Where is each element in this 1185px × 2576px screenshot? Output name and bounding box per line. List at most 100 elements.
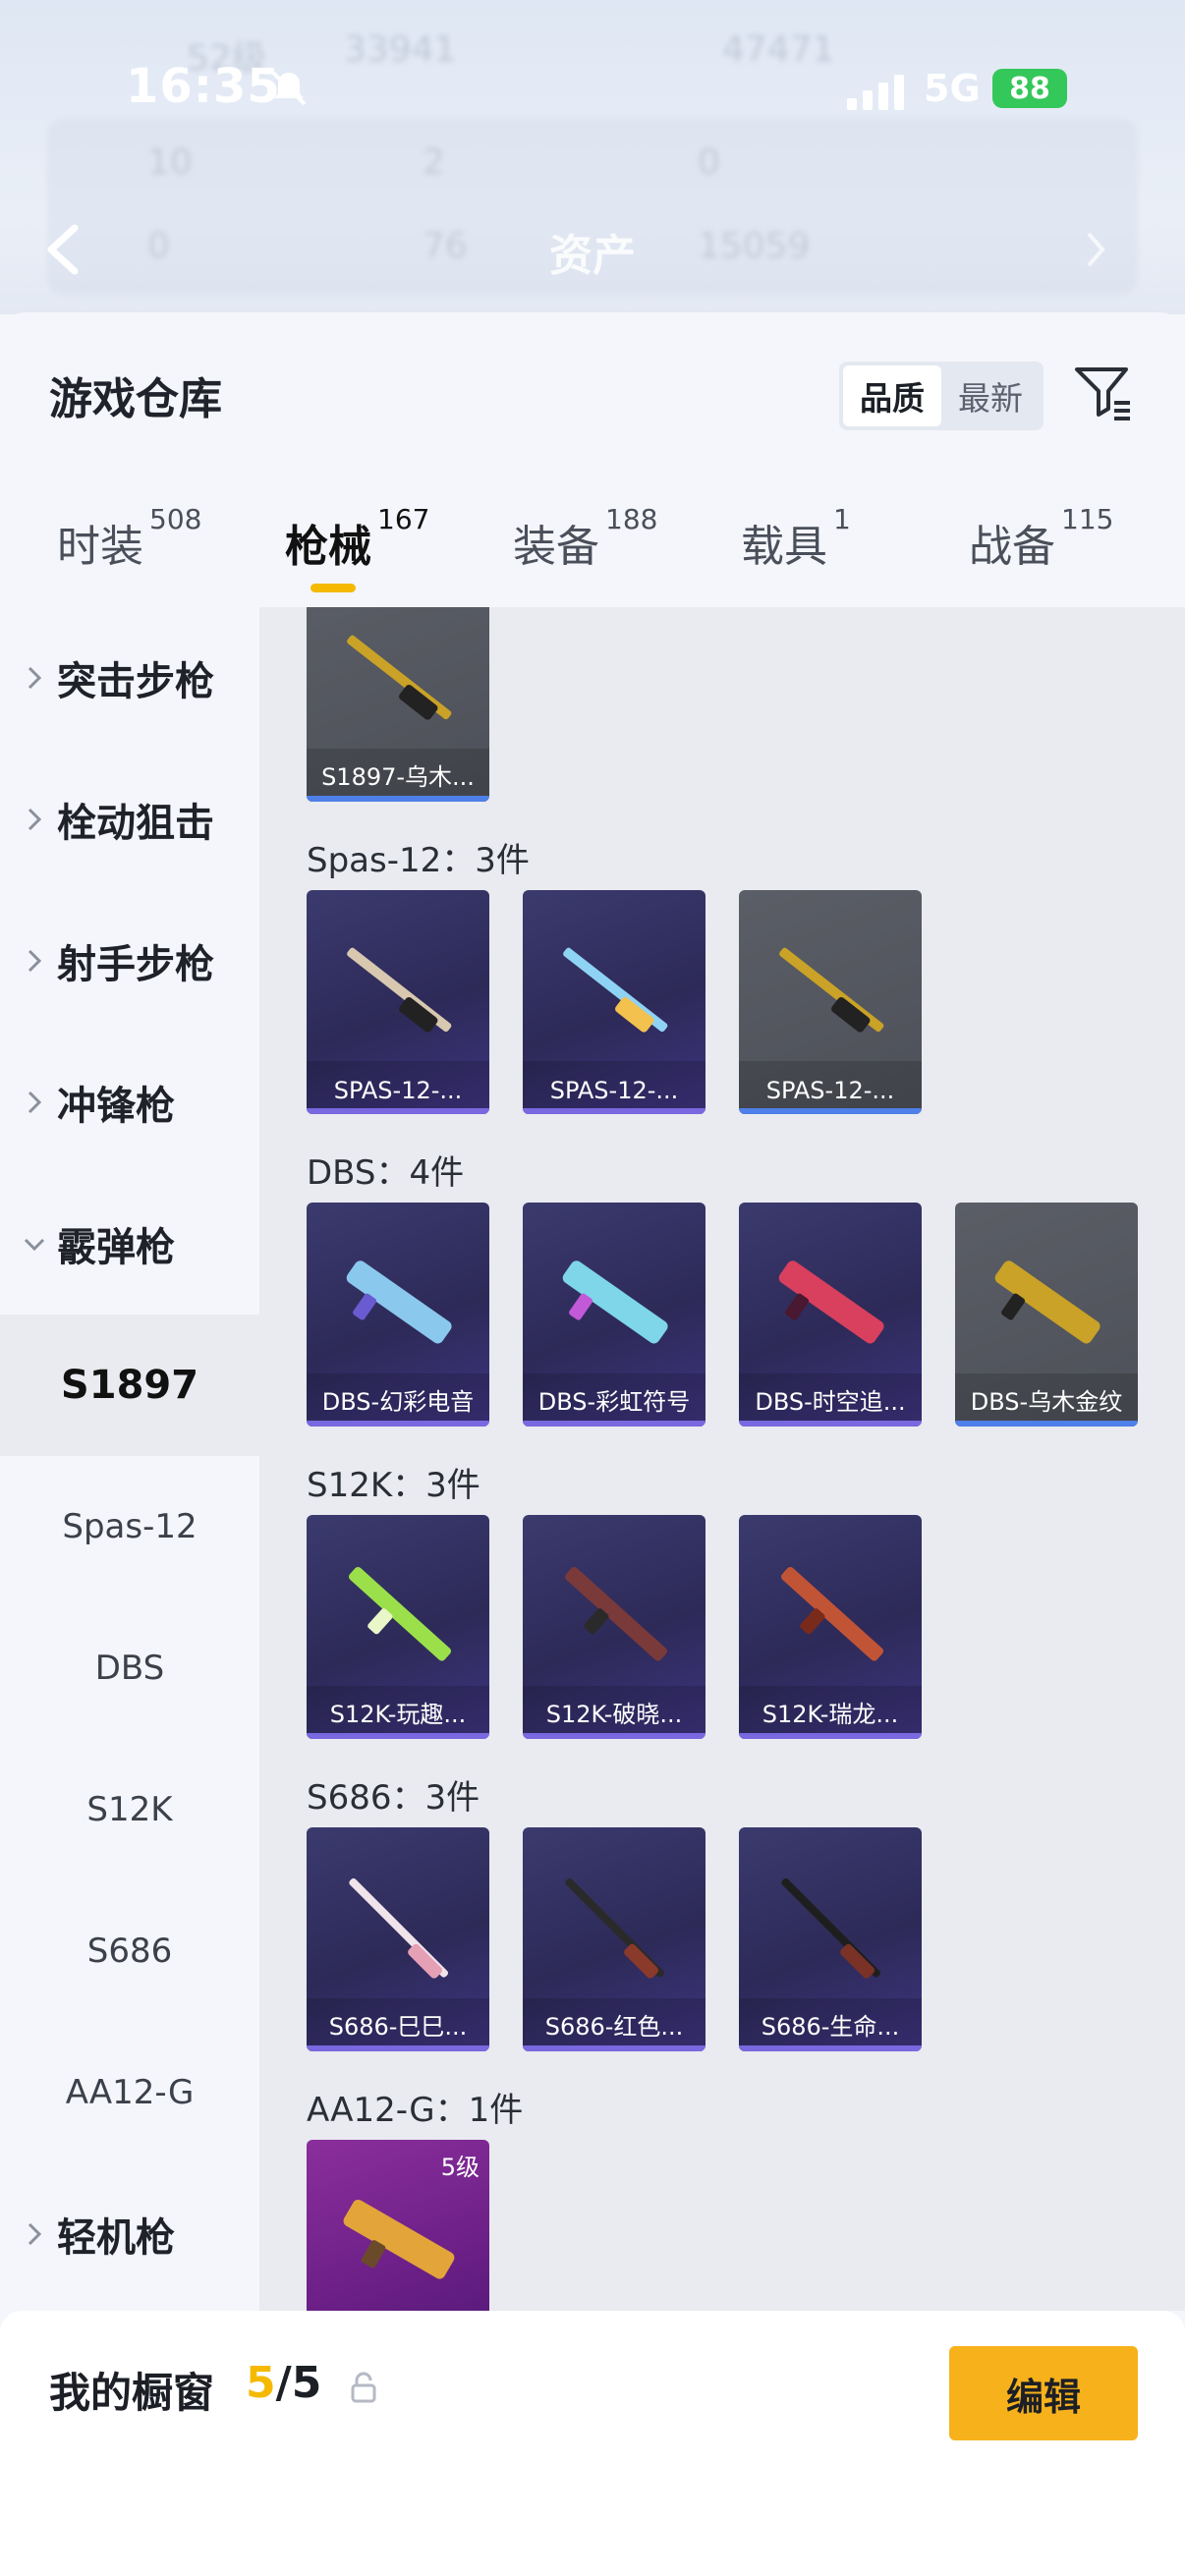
rarity-bar [739, 1733, 922, 1739]
skin-card[interactable]: S12K-破晓... [523, 1515, 705, 1739]
sidebar-item-label: S12K [86, 1790, 173, 1829]
tab-fashion[interactable]: 时装 508 [57, 489, 201, 607]
sidebar-subitem-s1897[interactable]: S1897 [0, 1315, 259, 1456]
sidebar-item-marksman-rifle[interactable]: 射手步枪 [0, 890, 259, 1032]
tab-vehicles[interactable]: 载具 1 [741, 489, 851, 607]
rarity-bar [307, 796, 489, 802]
skin-card[interactable]: SPAS-12-... [307, 890, 489, 1114]
group-title-s686: S686：3件 [307, 1778, 480, 1818]
sidebar-subitem-s12k[interactable]: S12K [0, 1739, 259, 1880]
sidebar-subitem-aa12g[interactable]: AA12-G [0, 2022, 259, 2163]
status-bar: 16:35 5G 88 [0, 59, 1185, 128]
group-title-s12k: S12K：3件 [307, 1466, 480, 1505]
sidebar-subitem-spas12[interactable]: Spas-12 [0, 1456, 259, 1597]
group-title-dbs: DBS：4件 [307, 1153, 465, 1193]
skin-card[interactable]: 5级 [307, 2140, 489, 2311]
sidebar-item-label: 突击步枪 [57, 659, 214, 704]
rarity-bar [523, 1421, 705, 1427]
sort-option-newest[interactable]: 最新 [941, 365, 1040, 426]
rarity-bar [523, 2045, 705, 2051]
rarity-bar [307, 1733, 489, 1739]
skin-card[interactable]: SPAS-12-... [739, 890, 922, 1114]
header-background: 52级 33941 47471 10 2 0 0 76 15059 16:35 … [0, 0, 1185, 314]
tab-label: 载具 [741, 522, 827, 572]
skin-card[interactable]: S12K-瑞龙... [739, 1515, 922, 1739]
skin-card[interactable]: S686-红色... [523, 1827, 705, 2051]
sidebar-subitem-s686[interactable]: S686 [0, 1880, 259, 2022]
tab-tactical[interactable]: 战备 115 [969, 489, 1113, 607]
tab-label: 装备 [513, 522, 599, 572]
sidebar-item-lmg[interactable]: 轻机枪 [0, 2163, 259, 2305]
shotgun-icon [347, 947, 452, 1033]
shotgun-icon [994, 1260, 1100, 1344]
sidebar-item-label: 射手步枪 [57, 942, 214, 987]
status-time: 16:35 [126, 59, 281, 114]
skin-name: S686-生命... [761, 2013, 900, 2041]
skin-card[interactable]: DBS-彩虹符号 [523, 1203, 705, 1427]
sidebar-item-smg[interactable]: 冲锋枪 [0, 1032, 259, 1173]
skin-card[interactable]: S12K-玩趣... [307, 1515, 489, 1739]
chevron-down-icon [24, 1238, 45, 1252]
tab-firearms[interactable]: 枪械 167 [285, 489, 429, 607]
skin-name: DBS-时空追... [755, 1388, 906, 1416]
sort-option-quality[interactable]: 品质 [843, 365, 941, 426]
stat-value: 10 [147, 142, 193, 183]
tab-label: 战备 [969, 522, 1055, 572]
skin-card[interactable]: S686-巳巳... [307, 1827, 489, 2051]
skin-card[interactable]: DBS-时空追... [739, 1203, 922, 1427]
skin-name: S686-巳巳... [328, 2013, 468, 2041]
skin-name: SPAS-12-... [549, 1077, 679, 1104]
edit-button[interactable]: 编辑 [949, 2346, 1138, 2440]
showcase-count: 5/5 [246, 2358, 321, 2408]
sidebar-item-label: S1897 [60, 1363, 199, 1408]
shotgun-icon [562, 1260, 668, 1344]
skin-name: S12K-破晓... [545, 1701, 683, 1728]
showcase-total: 5 [291, 2358, 322, 2408]
stat-value: 0 [698, 142, 720, 183]
battery-indicator: 88 [992, 69, 1067, 108]
skin-card[interactable]: DBS-乌木金纹 [955, 1203, 1138, 1427]
sidebar-item-bolt-sniper[interactable]: 栓动狙击 [0, 749, 259, 890]
sidebar-item-label: 冲锋枪 [57, 1084, 175, 1129]
tab-label: 时装 [57, 522, 143, 572]
skin-card[interactable]: S686-生命... [739, 1827, 922, 2051]
shotgun-icon [343, 2199, 455, 2279]
sidebar-item-label: Spas-12 [62, 1507, 198, 1546]
skin-name: S12K-玩趣... [329, 1701, 467, 1728]
chevron-right-icon [28, 666, 42, 690]
tab-equipment[interactable]: 装备 188 [513, 489, 657, 607]
skin-card[interactable]: DBS-幻彩电音 [307, 1203, 489, 1427]
sidebar-item-label: 栓动狙击 [57, 801, 214, 846]
network-type: 5G [924, 67, 981, 110]
tab-count: 167 [377, 503, 430, 535]
nav-bar: 资产 [0, 206, 1185, 295]
sort-toggle: 品质 最新 [839, 362, 1044, 430]
chevron-right-icon [28, 808, 42, 831]
stat-value: 2 [423, 142, 445, 183]
lock-icon [351, 2372, 376, 2403]
tab-count: 115 [1061, 503, 1114, 535]
shotgun-icon [780, 1566, 884, 1661]
skin-card[interactable]: SPAS-12-... [523, 890, 705, 1114]
weapon-skin-grid: Spas-12：3件 DBS：4件 S12K：3件 S686：3件 AA12-G… [259, 607, 1185, 2311]
active-tab-indicator [310, 584, 356, 592]
shotgun-icon [346, 1260, 452, 1344]
showcase-slash: / [275, 2358, 292, 2408]
shotgun-icon [349, 1877, 449, 1979]
skin-card[interactable]: S1897-乌木... [307, 607, 489, 802]
page-title: 资产 [549, 231, 636, 281]
sidebar-item-assault-rifle[interactable]: 突击步枪 [0, 607, 259, 749]
rarity-bar [955, 1421, 1138, 1427]
chevron-right-icon[interactable] [1081, 228, 1110, 271]
filter-icon[interactable] [1071, 360, 1136, 424]
rarity-bar [523, 1108, 705, 1114]
sidebar-item-shotgun[interactable]: 霰弹枪 [0, 1173, 259, 1315]
group-title-spas12: Spas-12：3件 [307, 841, 530, 880]
sidebar-item-label: AA12-G [65, 2073, 195, 2112]
category-tabs: 时装 508 枪械 167 装备 188 载具 1 战备 115 [0, 489, 1185, 607]
shotgun-icon [778, 1260, 884, 1344]
sidebar-subitem-dbs[interactable]: DBS [0, 1597, 259, 1739]
rarity-bar [523, 1733, 705, 1739]
tab-count: 1 [833, 503, 851, 535]
rarity-bar [307, 2045, 489, 2051]
